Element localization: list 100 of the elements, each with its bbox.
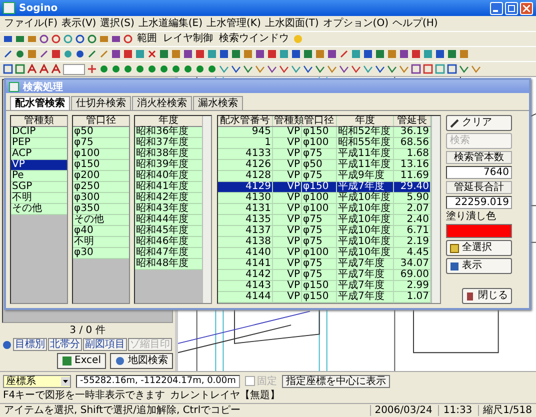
square-icon[interactable] xyxy=(27,34,37,44)
column-header[interactable]: 管種類 xyxy=(273,116,302,126)
close-dialog-button[interactable]: 閉じる xyxy=(462,288,512,304)
list-item[interactable]: φ100 xyxy=(73,149,129,160)
list-item[interactable]: その他 xyxy=(73,215,129,226)
list-item[interactable]: 昭和43年度 xyxy=(135,204,202,215)
line-icon[interactable] xyxy=(267,64,277,74)
list-item[interactable]: 昭和37年度 xyxy=(135,138,202,149)
dot-icon[interactable] xyxy=(135,64,145,74)
list-item[interactable]: 昭和45年度 xyxy=(135,226,202,237)
toolbar-button[interactable]: レイヤ制御 xyxy=(161,34,215,44)
square-icon[interactable] xyxy=(243,49,253,59)
square-icon[interactable] xyxy=(135,49,145,59)
menu-item[interactable]: 上水管理(K) xyxy=(206,18,261,30)
line-icon[interactable] xyxy=(339,49,349,59)
line-icon[interactable] xyxy=(279,64,289,74)
dot-icon[interactable] xyxy=(195,64,205,74)
square-icon[interactable] xyxy=(267,49,277,59)
font-icon[interactable] xyxy=(27,64,37,74)
line-icon[interactable] xyxy=(363,64,373,74)
list-item[interactable]: φ300 xyxy=(73,193,129,204)
line-icon[interactable] xyxy=(231,64,241,74)
scrollbar[interactable] xyxy=(202,116,211,303)
toolbar-button[interactable]: 範囲 xyxy=(135,34,159,44)
square-icon[interactable] xyxy=(3,64,13,74)
square-icon[interactable] xyxy=(363,49,373,59)
line-icon[interactable] xyxy=(219,64,229,74)
menu-item[interactable]: 上水道編集(E) xyxy=(138,18,202,30)
square-icon[interactable] xyxy=(279,49,289,59)
table-row[interactable]: 4130 VP φ100 平成10年度 5.90 xyxy=(218,193,431,204)
font-icon[interactable] xyxy=(51,64,61,74)
menu-item[interactable]: 上水図面(T) xyxy=(264,18,319,30)
list-item[interactable]: SGP xyxy=(11,182,67,193)
square-icon[interactable] xyxy=(231,49,241,59)
list-item[interactable]: ACP xyxy=(11,149,67,160)
line-icon[interactable] xyxy=(291,64,301,74)
table-row[interactable]: 4131 VP φ100 平成10年度 2.07 xyxy=(218,204,431,215)
list-item[interactable]: 不明 xyxy=(73,237,129,248)
line-icon[interactable] xyxy=(399,64,409,74)
menu-item[interactable]: ヘルプ(H) xyxy=(392,18,438,30)
square-icon[interactable] xyxy=(15,64,25,74)
line-icon[interactable] xyxy=(459,64,469,74)
square-icon[interactable] xyxy=(15,34,25,44)
circle-icon[interactable] xyxy=(63,49,73,59)
tab[interactable]: 配水管検索 xyxy=(10,96,70,110)
table-row[interactable]: 4129 VP φ150 平成7年度 29.40 xyxy=(218,182,431,193)
table-row[interactable]: 4126 VP φ50 平成11年度 13.16 xyxy=(218,160,431,171)
line-icon[interactable] xyxy=(387,64,397,74)
list-item[interactable]: φ250 xyxy=(73,182,129,193)
square-icon[interactable] xyxy=(123,49,133,59)
square-icon[interactable] xyxy=(291,49,301,59)
square-icon[interactable] xyxy=(111,49,121,59)
square-icon[interactable] xyxy=(27,49,37,59)
dot-icon[interactable] xyxy=(147,64,157,74)
square-icon[interactable] xyxy=(51,49,61,59)
cross-icon[interactable] xyxy=(147,49,157,59)
line-icon[interactable] xyxy=(351,64,361,74)
dot-icon[interactable] xyxy=(123,64,133,74)
square-icon[interactable] xyxy=(219,49,229,59)
square-icon[interactable] xyxy=(447,49,457,59)
plus-icon[interactable] xyxy=(87,64,97,74)
square-icon[interactable] xyxy=(375,49,385,59)
list-item[interactable]: 昭和48年度 xyxy=(135,259,202,270)
map-search-button[interactable]: 地図検索 xyxy=(110,353,173,369)
square-icon[interactable] xyxy=(387,49,397,59)
square-icon[interactable] xyxy=(447,64,457,74)
list-item[interactable]: φ200 xyxy=(73,171,129,182)
column-header[interactable]: 配水管番号 xyxy=(218,116,273,126)
table-row[interactable]: 4142 VP φ75 平成7年度 69.00 xyxy=(218,270,431,281)
circle-icon[interactable] xyxy=(15,49,25,59)
list-item[interactable]: 不明 xyxy=(11,193,67,204)
tab[interactable]: 漏水検索 xyxy=(193,96,243,110)
menu-item[interactable]: 選択(S) xyxy=(100,18,134,30)
list-item[interactable]: φ75 xyxy=(73,138,129,149)
menu-item[interactable]: オプション(O) xyxy=(322,18,388,30)
line-icon[interactable] xyxy=(39,49,49,59)
tab[interactable]: 消火栓検索 xyxy=(132,96,192,110)
filter-button[interactable]: 目標別 xyxy=(13,338,47,351)
list-item[interactable]: 昭和39年度 xyxy=(135,160,202,171)
square-icon[interactable] xyxy=(423,49,433,59)
table-row[interactable]: 4128 VP φ75 平成9年度 11.69 xyxy=(218,171,431,182)
excel-button[interactable]: Excel xyxy=(56,353,106,369)
table-row[interactable]: 4141 VP φ75 平成7年度 34.07 xyxy=(218,259,431,270)
center-button[interactable]: 指定座標を中心に表示 xyxy=(282,374,390,388)
tab[interactable]: 仕切弁検索 xyxy=(71,96,131,110)
list-item[interactable]: 昭和36年度 xyxy=(135,127,202,138)
line-icon[interactable] xyxy=(339,64,349,74)
square-icon[interactable] xyxy=(159,49,169,59)
toolbar-button[interactable]: 検索ウインドウ xyxy=(217,34,291,44)
dot-icon[interactable] xyxy=(207,64,217,74)
square-icon[interactable] xyxy=(171,49,181,59)
menu-item[interactable]: ファイル(F) xyxy=(4,18,58,30)
column-header[interactable]: 管口径 xyxy=(302,116,337,126)
square-icon[interactable] xyxy=(435,64,445,74)
table-row[interactable]: 4140 VP φ100 平成10年度 4.45 xyxy=(218,248,431,259)
list-item[interactable]: 昭和47年度 xyxy=(135,248,202,259)
minimize-button[interactable] xyxy=(490,2,503,14)
square-icon[interactable] xyxy=(255,49,265,59)
filter-button[interactable]: 副図項目 xyxy=(83,338,127,351)
line-icon[interactable] xyxy=(315,64,325,74)
